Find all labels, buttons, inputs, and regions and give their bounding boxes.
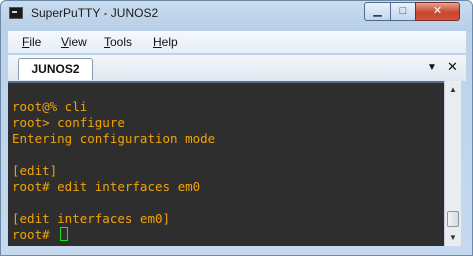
scroll-down-icon[interactable]: ▼ <box>445 229 461 246</box>
tab-junos2[interactable]: JUNOS2 <box>18 58 93 80</box>
terminal-prompt: root# <box>12 227 58 242</box>
chevron-down-icon[interactable]: ▼ <box>427 62 437 73</box>
maximize-icon: □ <box>399 5 407 17</box>
menu-bar: File View Tools Help <box>8 31 466 54</box>
terminal-line: root> configure <box>12 115 125 130</box>
maximize-button[interactable]: □ <box>390 2 416 21</box>
terminal-line: root# edit interfaces em0 <box>12 179 201 194</box>
menu-view[interactable]: View <box>61 35 87 49</box>
close-icon: ✕ <box>432 5 443 17</box>
terminal-app-icon[interactable] <box>9 7 23 19</box>
menu-file[interactable]: File <box>22 35 41 49</box>
terminal-output[interactable]: root@% cli root> configure Entering conf… <box>8 81 444 246</box>
terminal-cursor <box>60 227 69 241</box>
scroll-up-icon[interactable]: ▲ <box>445 81 461 98</box>
title-bar[interactable]: SuperPuTTY - JUNOS2 ▁ □ ✕ <box>1 1 472 27</box>
minimize-icon: ▁ <box>373 5 382 17</box>
window-title: SuperPuTTY - JUNOS2 <box>31 6 159 20</box>
minimize-button[interactable]: ▁ <box>364 2 391 21</box>
terminal-line: [edit] <box>12 163 58 178</box>
vertical-scrollbar[interactable]: ▲ ▼ <box>444 81 461 246</box>
terminal-prompt-line: root# <box>12 227 444 243</box>
superputty-window: SuperPuTTY - JUNOS2 ▁ □ ✕ File View Tool… <box>0 0 473 256</box>
scrollbar-thumb[interactable] <box>447 211 459 227</box>
tab-strip: JUNOS2 ▼ ✕ <box>8 55 466 81</box>
terminal-line: Entering configuration mode <box>12 131 216 146</box>
menu-help[interactable]: Help <box>153 35 178 49</box>
close-icon[interactable]: ✕ <box>447 59 458 75</box>
close-button[interactable]: ✕ <box>415 2 460 21</box>
menu-tools[interactable]: Tools <box>104 35 132 49</box>
terminal-line: root@% cli <box>12 99 88 114</box>
terminal-line: [edit interfaces em0] <box>12 211 171 226</box>
